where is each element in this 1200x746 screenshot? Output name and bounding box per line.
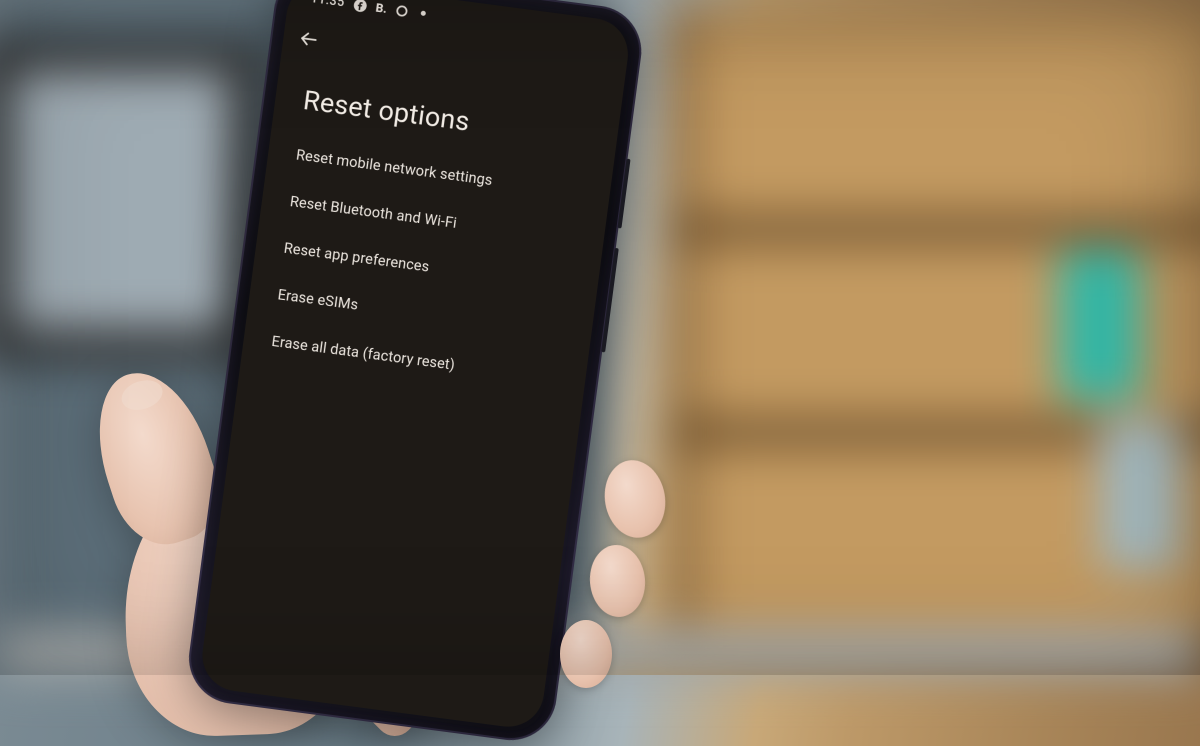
phone-screen: 11:35 B. Reset options: [198, 0, 632, 731]
fingertip: [587, 543, 648, 620]
smartphone: 11:35 B. Reset options: [183, 0, 646, 746]
power-button[interactable]: [617, 159, 630, 229]
option-label: Erase eSIMs: [277, 286, 360, 313]
circle-icon: [394, 3, 410, 19]
status-bar: 11:35 B.: [287, 0, 632, 52]
back-button[interactable]: [281, 7, 323, 59]
fingertip: [560, 620, 612, 688]
status-time: 11:35: [310, 0, 346, 10]
fingertip: [599, 455, 672, 542]
option-label: Erase all data (factory reset): [271, 333, 456, 374]
option-label: Reset Bluetooth and Wi-Fi: [289, 193, 458, 232]
bold-icon: B.: [374, 0, 390, 16]
arrow-left-icon: [296, 27, 321, 52]
reset-options-list: Reset mobile network settings Reset Blue…: [240, 124, 613, 410]
dot-icon: [415, 5, 431, 21]
volume-button[interactable]: [601, 248, 619, 353]
facebook-icon: [353, 0, 369, 13]
option-label: Reset app preferences: [283, 240, 430, 276]
